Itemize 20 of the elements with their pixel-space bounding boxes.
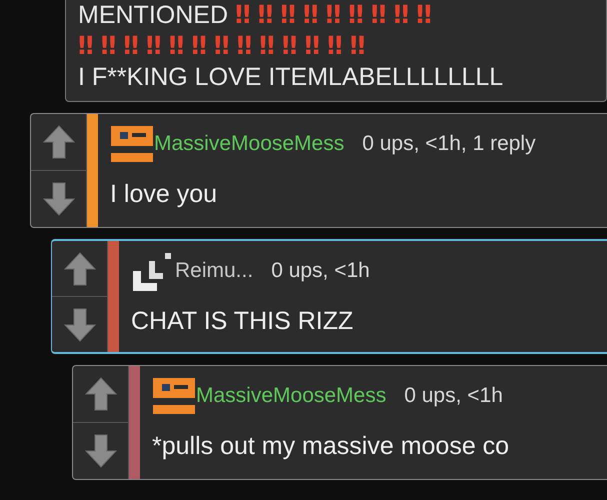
comment-text: CHAT IS THIS RIZZ — [131, 306, 354, 337]
up-arrow-icon — [84, 376, 118, 412]
username-link[interactable]: MassiveMooseMess — [196, 380, 386, 412]
up-arrow-icon — [42, 124, 76, 160]
comment-meta: 0 ups, <1h — [271, 258, 370, 284]
comment-meta: 0 ups, <1h — [404, 383, 503, 410]
username-link[interactable]: Reimu... — [175, 255, 254, 287]
username-link[interactable]: MassiveMooseMess — [154, 128, 344, 160]
comment-text: *pulls out my massive moose co — [152, 431, 510, 462]
avatar-icon — [110, 124, 154, 164]
down-arrow-icon — [84, 433, 118, 469]
comment-text: I love you — [110, 179, 218, 210]
down-arrow-icon — [62, 306, 96, 342]
comment-text: ‼ ‼ ‼ ‼ ‼ ‼ ‼ ‼ ‼ ‼ ‼ ‼ ‼ — [78, 31, 366, 62]
comment-text: I F**KING LOVE ITEMLABELLLLLLLL — [78, 62, 504, 93]
comment-text: MENTIONED ‼ ‼ ‼ ‼ ‼ ‼ ‼ ‼ ‼ — [78, 0, 433, 31]
down-arrow-icon — [42, 181, 76, 217]
up-arrow-icon — [62, 250, 96, 286]
comment-meta: 0 ups, <1h, 1 reply — [362, 131, 536, 158]
avatar-icon — [152, 376, 196, 416]
